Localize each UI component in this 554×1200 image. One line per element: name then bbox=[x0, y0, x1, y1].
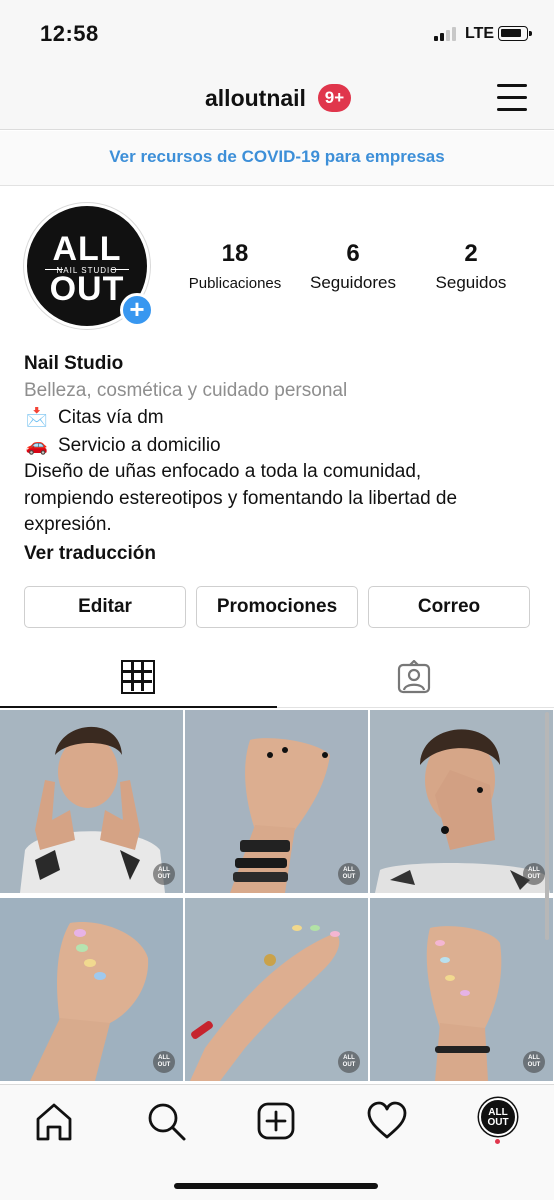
profile-avatar-icon[interactable]: ALL OUT bbox=[479, 1098, 517, 1136]
car-icon: 🚗 bbox=[25, 434, 49, 455]
profile-tabs bbox=[0, 648, 554, 708]
promotions-button[interactable]: Promociones bbox=[196, 586, 358, 628]
cellular-signal-icon bbox=[434, 27, 460, 41]
post-thumbnail[interactable]: ALL OUT bbox=[370, 898, 553, 1081]
bio-name: Nail Studio bbox=[24, 353, 124, 374]
bio-line-home-service: 🚗 Servicio a domicilio bbox=[24, 432, 534, 460]
watermark-logo: ALL OUT bbox=[338, 863, 360, 885]
scrollbar[interactable] bbox=[545, 712, 549, 940]
status-bar: 12:58 LTE bbox=[0, 0, 554, 68]
stat-posts[interactable]: 18 Publicaciones bbox=[180, 240, 290, 292]
add-story-plus-icon[interactable]: + bbox=[120, 293, 154, 327]
profile-header: alloutnail 9+ bbox=[0, 68, 554, 130]
heart-icon[interactable] bbox=[365, 1099, 409, 1143]
tagged-icon bbox=[397, 660, 431, 694]
bio-line-appointments-text: Citas vía dm bbox=[58, 407, 164, 428]
username-title[interactable]: alloutnail bbox=[205, 85, 306, 112]
network-type: LTE bbox=[465, 25, 495, 42]
stat-posts-value: 18 bbox=[221, 240, 249, 267]
post-thumbnail[interactable]: ALL OUT bbox=[370, 710, 553, 893]
stat-posts-label: Publicaciones bbox=[188, 275, 282, 292]
home-icon[interactable] bbox=[32, 1099, 76, 1143]
covid-banner: Ver recursos de COVID-19 para empresas bbox=[0, 131, 554, 186]
post-thumbnail[interactable]: ALL OUT bbox=[0, 710, 183, 893]
watermark-logo: ALL OUT bbox=[523, 863, 545, 885]
see-translation-link[interactable]: Ver traducción bbox=[24, 541, 534, 568]
status-time: 12:58 bbox=[40, 21, 99, 46]
envelope-icon: 📩 bbox=[25, 407, 49, 427]
hamburger-menu-icon[interactable] bbox=[497, 84, 527, 111]
stat-followers[interactable]: 6 Seguidores bbox=[298, 240, 408, 293]
stat-following-label: Seguidos bbox=[435, 273, 507, 292]
covid-resources-link[interactable]: Ver recursos de COVID-19 para empresas bbox=[109, 147, 444, 167]
profile-action-buttons: Editar Promociones Correo bbox=[24, 586, 530, 628]
watermark-logo: ALL OUT bbox=[153, 863, 175, 885]
bio-category[interactable]: Belleza, cosmética y cuidado personal bbox=[24, 378, 534, 405]
stat-followers-label: Seguidores bbox=[309, 273, 396, 292]
battery-icon bbox=[498, 26, 532, 41]
posts-grid: ALL OUT ALL OUT ALL OUT ALL OUT ALL OUT … bbox=[0, 710, 554, 1084]
grid-icon bbox=[121, 660, 155, 694]
bio-description-3: expresión. bbox=[24, 514, 112, 535]
new-post-icon[interactable] bbox=[254, 1099, 298, 1143]
stat-following-value: 2 bbox=[464, 240, 478, 267]
post-thumbnail[interactable]: ALL OUT bbox=[0, 898, 183, 1081]
stat-following[interactable]: 2 Seguidos bbox=[416, 240, 526, 293]
bio-line-appointments: 📩 Citas vía dm bbox=[24, 404, 534, 432]
notification-badge[interactable]: 9+ bbox=[318, 84, 351, 112]
search-icon[interactable] bbox=[144, 1099, 188, 1143]
tab-tagged[interactable] bbox=[277, 648, 554, 708]
edit-profile-button[interactable]: Editar bbox=[24, 586, 186, 628]
bio-description-1: Diseño de uñas enfocado a toda la comuni… bbox=[24, 461, 422, 482]
tab-grid[interactable] bbox=[0, 648, 277, 708]
activity-dot bbox=[495, 1139, 500, 1144]
home-indicator[interactable] bbox=[174, 1183, 378, 1189]
watermark-logo: ALL OUT bbox=[338, 1051, 360, 1073]
stat-followers-value: 6 bbox=[346, 240, 360, 267]
post-thumbnail[interactable]: ALL OUT bbox=[185, 898, 368, 1081]
watermark-logo: ALL OUT bbox=[523, 1051, 545, 1073]
bio-line-home-service-text: Servicio a domicilio bbox=[58, 434, 221, 456]
profile-bio: Nail Studio Belleza, cosmética y cuidado… bbox=[24, 351, 534, 567]
post-thumbnail[interactable]: ALL OUT bbox=[185, 710, 368, 893]
bio-description-2: rompiendo estereotipos y fomentando la l… bbox=[24, 487, 458, 509]
email-button[interactable]: Correo bbox=[368, 586, 530, 628]
avatar-logo-top: ALL bbox=[52, 230, 122, 268]
watermark-logo: ALL OUT bbox=[153, 1051, 175, 1073]
